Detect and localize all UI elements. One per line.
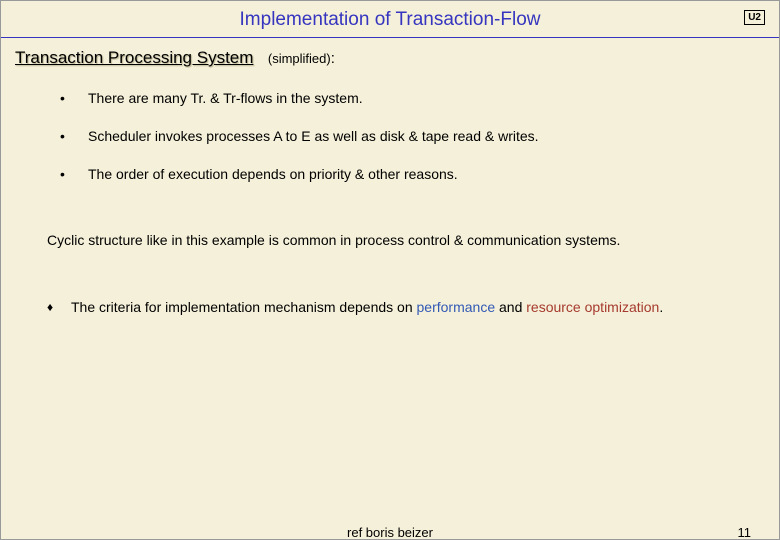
list-item: Scheduler invokes processes A to E as we… <box>60 128 765 144</box>
criteria-performance: performance <box>417 299 496 315</box>
criteria-item: The criteria for implementation mechanis… <box>47 298 765 317</box>
list-item: The order of execution depends on priori… <box>60 166 765 182</box>
bullet-list: There are many Tr. & Tr-flows in the sys… <box>60 90 765 182</box>
footer-page-number: 11 <box>738 525 752 540</box>
unit-badge: U2 <box>744 10 765 25</box>
paragraph-cyclic: Cyclic structure like in this example is… <box>47 232 765 248</box>
section-heading: Transaction Processing System <box>15 48 253 67</box>
criteria-suf: . <box>659 299 663 315</box>
list-item: There are many Tr. & Tr-flows in the sys… <box>60 90 765 106</box>
content-area: Transaction Processing System (simplifie… <box>1 38 779 317</box>
criteria-pre: The criteria for implementation mechanis… <box>71 299 417 315</box>
title-bar: Implementation of Transaction-Flow U2 <box>1 1 779 38</box>
slide-title: Implementation of Transaction-Flow <box>240 9 541 30</box>
footer-reference: ref boris beizer <box>347 525 433 540</box>
criteria-mid: and <box>495 299 526 315</box>
section-heading-row: Transaction Processing System (simplifie… <box>15 48 765 68</box>
criteria-resource: resource optimization <box>526 299 659 315</box>
section-qualifier: (simplified): <box>268 50 335 67</box>
